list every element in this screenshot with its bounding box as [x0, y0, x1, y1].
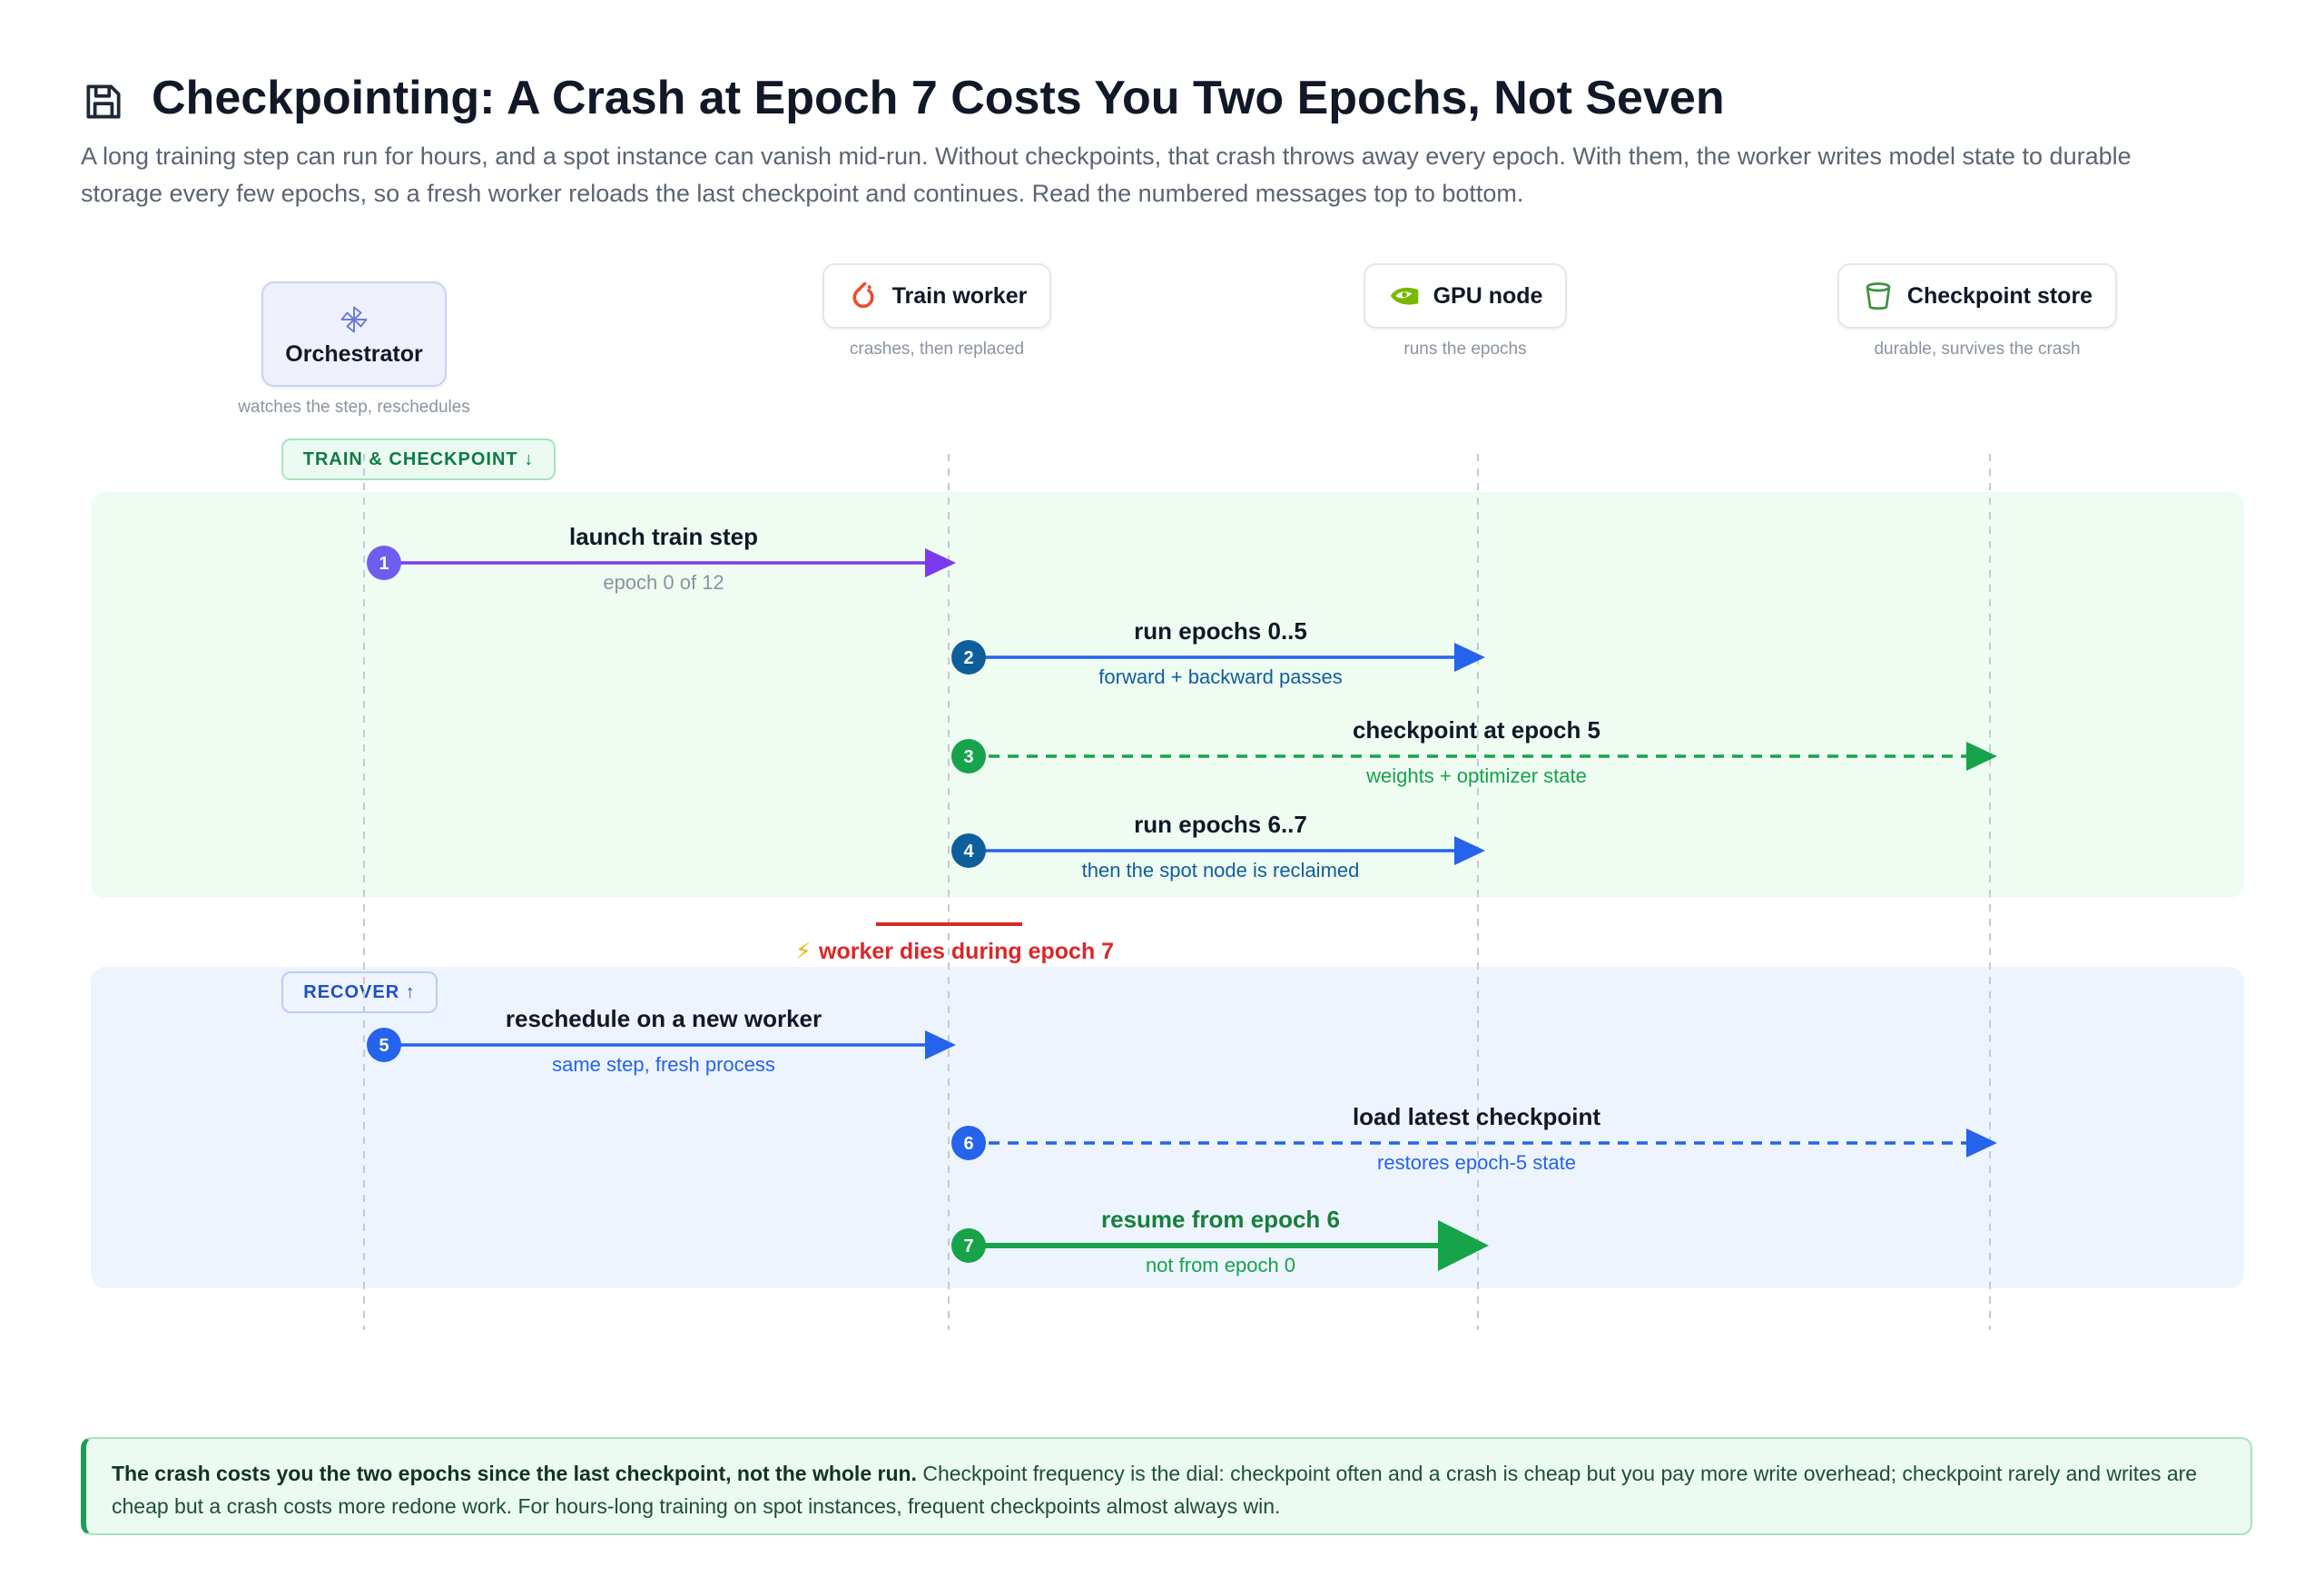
message-arrow-head — [1966, 742, 1997, 771]
message-1: 1 launch train step epoch 0 of 12 — [367, 523, 956, 594]
message-sublabel: forward + backward passes — [1098, 665, 1342, 688]
message-arrow-head — [1454, 836, 1485, 865]
crash-label: worker dies during epoch 7 — [818, 939, 1114, 964]
message-label: checkpoint at epoch 5 — [1353, 716, 1600, 744]
callout-bold: The crash costs you the two epochs since… — [112, 1462, 917, 1485]
message-arrow-head — [925, 548, 956, 577]
message-arrow-head — [925, 1030, 956, 1059]
message-sublabel: same step, fresh process — [552, 1053, 775, 1076]
step-number: 6 — [963, 1134, 973, 1154]
step-number: 4 — [963, 842, 974, 862]
step-number: 2 — [963, 648, 973, 668]
step-number: 7 — [963, 1236, 973, 1256]
lightning-icon: ⚡ — [795, 938, 812, 964]
message-7: 7 resume from epoch 6 not from epoch 0 — [951, 1206, 1489, 1276]
step-number: 5 — [379, 1036, 389, 1056]
message-2: 2 run epochs 0..5 forward + backward passe… — [951, 617, 1485, 688]
message-label: run epochs 0..5 — [1134, 617, 1307, 645]
step-number: 1 — [379, 554, 389, 574]
message-arrow-head — [1438, 1220, 1489, 1271]
message-sublabel: restores epoch-5 state — [1377, 1151, 1576, 1174]
message-4: 4 run epochs 6..7 then the spot node is re… — [951, 811, 1485, 882]
message-sublabel: then the spot node is reclaimed — [1082, 859, 1360, 882]
message-sublabel: not from epoch 0 — [1146, 1254, 1295, 1276]
message-sublabel: weights + optimizer state — [1365, 764, 1587, 787]
message-3: 3 checkpoint at epoch 5 weights + optimize… — [951, 716, 1997, 787]
step-number: 3 — [963, 747, 973, 767]
message-label: launch train step — [569, 523, 758, 550]
message-arrow-head — [1454, 643, 1485, 672]
message-label: reschedule on a new worker — [506, 1005, 822, 1032]
message-arrow-head — [1966, 1128, 1997, 1158]
sequence-diagram: ⚡ worker dies during epoch 7 1 launch tra… — [363, 454, 1997, 1330]
takeaway-callout: The crash costs you the two epochs since… — [81, 1437, 2252, 1535]
message-5: 5 reschedule on a new worker same step, fr… — [367, 1005, 956, 1076]
message-6: 6 load latest checkpoint restores epoch-5 … — [951, 1103, 1997, 1174]
message-label: run epochs 6..7 — [1134, 811, 1307, 838]
message-sublabel: epoch 0 of 12 — [603, 571, 724, 594]
message-label: load latest checkpoint — [1353, 1103, 1600, 1130]
message-label: resume from epoch 6 — [1101, 1206, 1340, 1233]
